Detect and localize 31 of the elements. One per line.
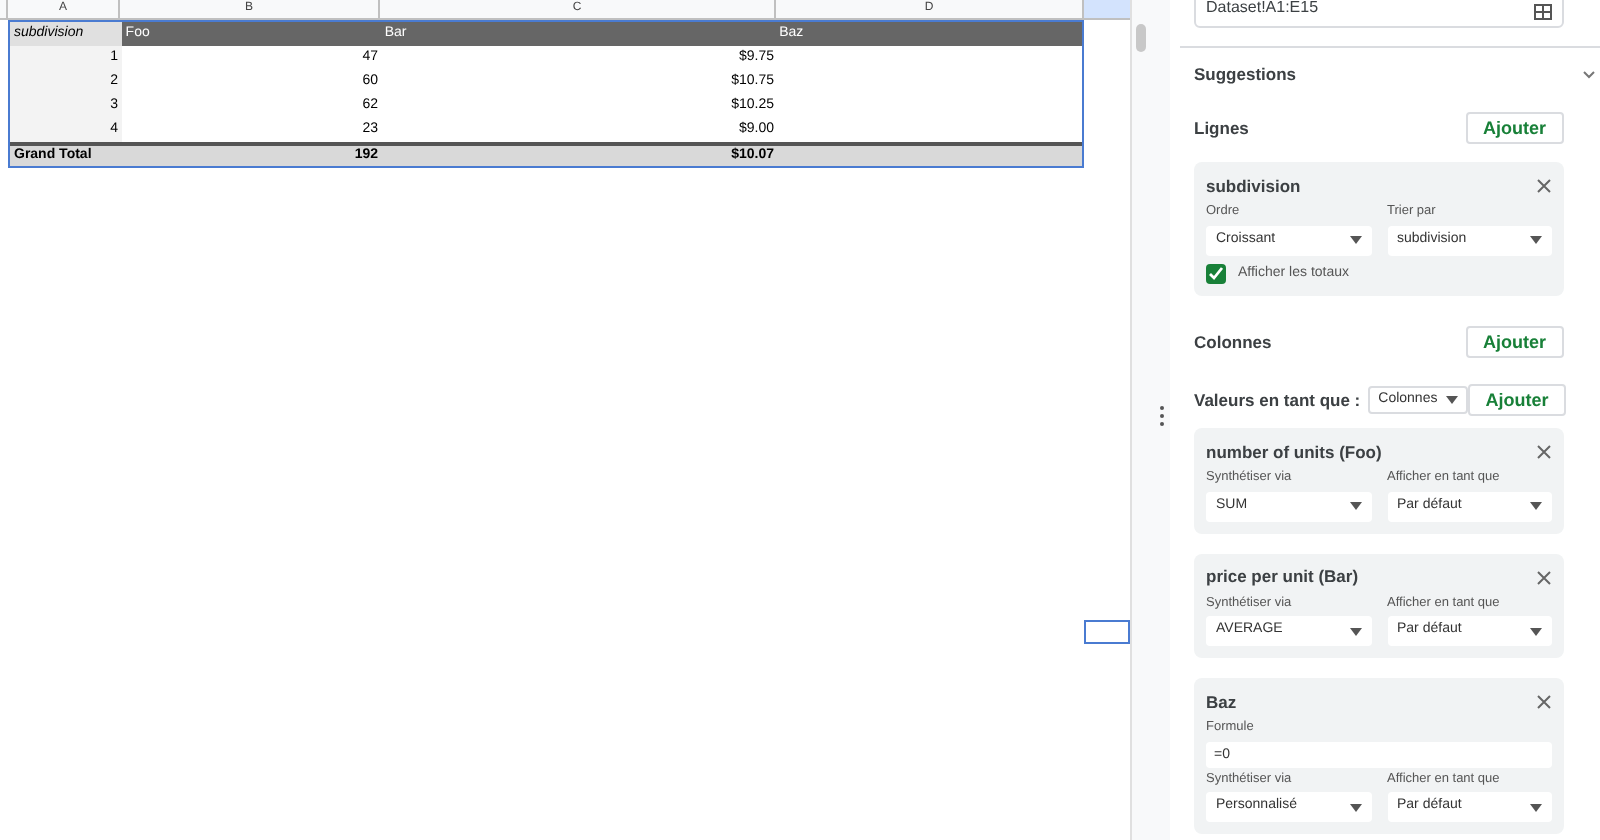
selected-cell-outline: [1084, 620, 1130, 644]
grid-icon[interactable]: [1534, 4, 1552, 20]
caret-icon: [1530, 803, 1542, 811]
section-title: Valeurs en tant que :: [1194, 387, 1361, 413]
add-button[interactable]: Ajouter: [1467, 384, 1567, 416]
caret-icon: [1530, 627, 1542, 635]
caret-icon: [1530, 502, 1542, 510]
chevron-down-icon[interactable]: [1582, 69, 1596, 79]
caret-icon: [1530, 236, 1542, 244]
close-icon[interactable]: [1536, 444, 1552, 460]
section-title: Lignes: [1194, 115, 1249, 141]
close-icon[interactable]: [1536, 694, 1552, 710]
add-button[interactable]: Ajouter: [1465, 112, 1564, 144]
drag-handle-icon[interactable]: [1160, 406, 1164, 426]
card-title: price per unit (Bar): [1206, 564, 1359, 590]
checkbox[interactable]: [1206, 263, 1226, 284]
caret-icon: [1349, 502, 1361, 510]
caret-icon: [1445, 396, 1458, 404]
card-title: number of units (Foo): [1206, 439, 1382, 465]
scrollbar-thumb[interactable]: [1136, 24, 1146, 52]
caret-icon: [1349, 627, 1361, 635]
caret-icon: [1349, 803, 1361, 811]
card-title: Baz: [1206, 689, 1237, 715]
suggestions-heading[interactable]: Suggestions: [1194, 61, 1297, 87]
card-title: subdivision: [1206, 173, 1301, 199]
close-icon[interactable]: [1536, 569, 1552, 585]
section-title: Colonnes: [1194, 329, 1272, 355]
add-button[interactable]: Ajouter: [1465, 326, 1564, 358]
caret-icon: [1349, 236, 1361, 244]
range-field[interactable]: Dataset!A1:E15: [1194, 0, 1564, 28]
close-icon[interactable]: [1536, 178, 1552, 194]
